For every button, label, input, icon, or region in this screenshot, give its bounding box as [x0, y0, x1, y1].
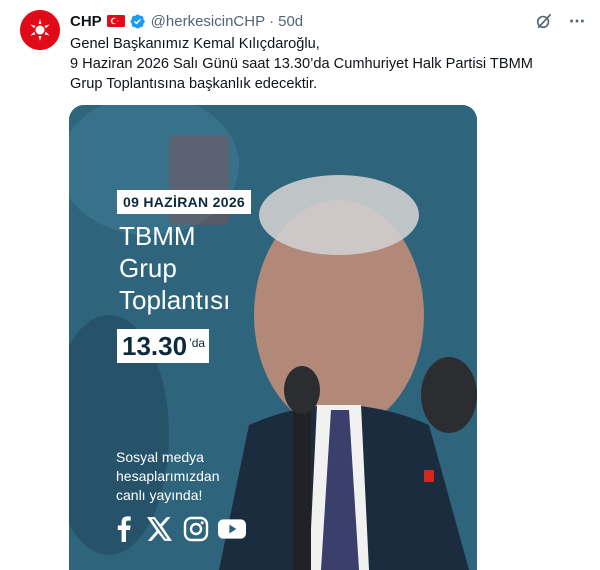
social-text: Sosyal medya hesaplarımızdan canlı yayın…: [116, 448, 220, 505]
author-name[interactable]: CHP: [70, 13, 102, 30]
social-text-line: Sosyal medya: [116, 449, 204, 465]
tweet-media-image[interactable]: 09 HAZİRAN 2026 TBMM Grup Toplantısı 13.…: [69, 105, 477, 570]
tweet-header: CHP @herkesicinCHP · 50d: [70, 10, 586, 32]
author-handle[interactable]: @herkesicinCHP: [151, 13, 265, 30]
chp-logo-icon: [20, 10, 60, 50]
avatar[interactable]: [20, 10, 60, 50]
tweet-text: Genel Başkanımız Kemal Kılıçdaroğlu, 9 H…: [70, 34, 570, 94]
grok-icon[interactable]: [534, 12, 553, 31]
tweet-text-line: Genel Başkanımız Kemal Kılıçdaroğlu,: [70, 36, 320, 52]
turkey-flag-icon: [106, 15, 125, 27]
time-main: 13.30: [122, 331, 188, 361]
tweet: CHP @herkesicinCHP · 50d Genel Başkanımı…: [0, 0, 600, 570]
instagram-icon: [182, 515, 210, 543]
media-title-line: TBMM: [119, 221, 196, 251]
timestamp[interactable]: 50d: [278, 13, 303, 30]
media-title-line: Grup: [119, 253, 177, 283]
tweet-text-line: Grup Toplantısına başkanlık edecektir.: [70, 76, 318, 92]
x-icon: [146, 515, 174, 543]
date-badge: 09 HAZİRAN 2026: [117, 190, 251, 214]
time-badge: 13.30 ’da: [117, 329, 210, 363]
separator-dot: ·: [269, 12, 275, 30]
time-suffix: ’da: [189, 336, 206, 350]
media-title: TBMM Grup Toplantısı: [119, 220, 230, 316]
header-actions: [534, 12, 586, 31]
social-icons: [110, 515, 246, 543]
tweet-text-line: 9 Haziran 2026 Salı Günü saat 13.30’da C…: [70, 56, 533, 72]
facebook-icon: [110, 515, 138, 543]
verified-badge-icon: [130, 14, 145, 28]
more-options-icon[interactable]: [567, 12, 586, 31]
media-title-line: Toplantısı: [119, 285, 231, 315]
social-text-line: canlı yayında!: [116, 487, 203, 503]
youtube-icon: [218, 515, 246, 543]
social-text-line: hesaplarımızdan: [116, 468, 220, 484]
